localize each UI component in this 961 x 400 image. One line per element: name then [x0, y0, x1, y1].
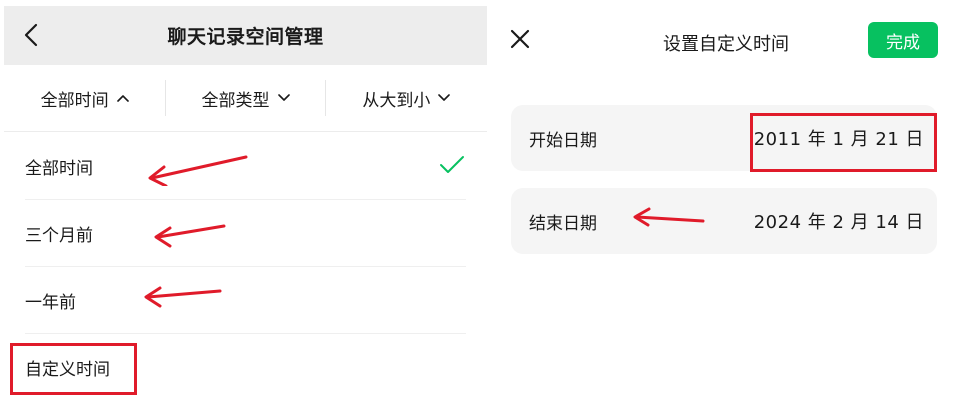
chevron-down-icon [277, 94, 290, 101]
page-title: 聊天记录空间管理 [167, 26, 324, 48]
option-label: 一年前 [25, 293, 76, 313]
done-button[interactable]: 完成 [868, 22, 938, 58]
filter-order-dropdown[interactable]: 从大到小 [326, 65, 487, 132]
annotation-arrow-icon [144, 286, 222, 308]
right-header: 设置自定义时间 完成 [491, 0, 961, 80]
start-date-label: 开始日期 [529, 130, 597, 151]
annotation-box-start-date [750, 113, 937, 172]
annotation-box-custom-time [10, 343, 137, 395]
filter-bar: 全部时间 全部类型 从大到小 [4, 65, 487, 132]
end-date-row[interactable]: 结束日期 2024 年 2 月 14 日 [511, 188, 937, 254]
back-chevron-icon [24, 23, 38, 47]
annotation-arrow-icon [148, 155, 248, 186]
filter-type-dropdown[interactable]: 全部类型 [166, 65, 324, 132]
time-option-one-year[interactable]: 一年前 [4, 267, 487, 334]
chat-history-storage-panel: 聊天记录空间管理 全部时间 全部类型 从大到小 全部时间 三个月前 一年前 自定… [4, 0, 487, 400]
custom-time-panel: 设置自定义时间 完成 开始日期 2011 年 1 月 21 日 结束日期 202… [491, 0, 961, 400]
end-date-value[interactable]: 2024 年 2 月 14 日 [754, 208, 924, 234]
annotation-arrow-icon [633, 207, 705, 227]
option-label: 三个月前 [25, 226, 93, 246]
chevron-up-icon [116, 95, 129, 102]
filter-type-label: 全部类型 [201, 90, 270, 111]
check-icon [440, 156, 464, 173]
filter-time-label: 全部时间 [40, 90, 109, 111]
left-header: 聊天记录空间管理 [4, 6, 487, 65]
end-date-label: 结束日期 [529, 213, 597, 234]
annotation-arrow-icon [154, 224, 226, 248]
filter-time-dropdown[interactable]: 全部时间 [4, 65, 165, 132]
back-button[interactable] [16, 20, 46, 50]
option-label: 全部时间 [25, 159, 93, 179]
filter-order-label: 从大到小 [362, 90, 431, 111]
chevron-down-icon [438, 94, 451, 101]
time-option-three-months[interactable]: 三个月前 [4, 200, 487, 267]
